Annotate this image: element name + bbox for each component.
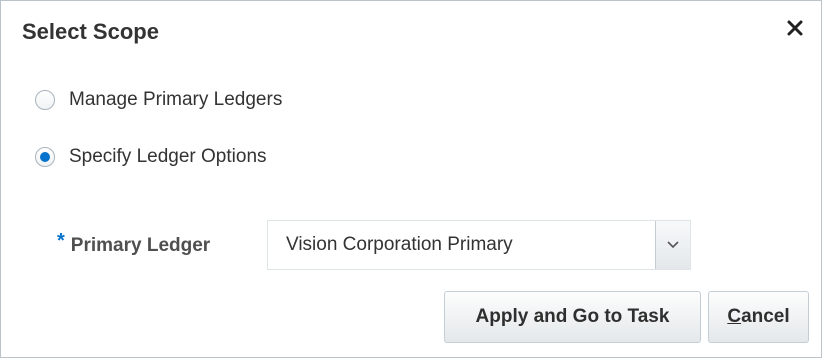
select-scope-dialog: Select Scope Manage Primary Ledgers Spec… xyxy=(0,0,822,358)
radio-specify-ledger-options[interactable]: Specify Ledger Options xyxy=(35,142,267,172)
required-marker: * xyxy=(57,229,65,252)
primary-ledger-field: * Primary Ledger xyxy=(57,223,210,269)
dropdown-button[interactable] xyxy=(655,221,690,269)
dialog-titlebar: Select Scope xyxy=(1,1,821,63)
radio-button-selected[interactable] xyxy=(35,147,55,167)
cancel-access-key: C xyxy=(727,306,742,327)
dialog-title: Select Scope xyxy=(22,19,159,44)
chevron-down-icon xyxy=(667,241,679,249)
radio-manage-primary-ledgers[interactable]: Manage Primary Ledgers xyxy=(35,85,282,115)
radio-label: Specify Ledger Options xyxy=(69,146,267,167)
apply-and-go-to-task-button[interactable]: Apply and Go to Task xyxy=(444,291,701,343)
cancel-button[interactable]: Cancel xyxy=(708,291,809,343)
radio-label: Manage Primary Ledgers xyxy=(69,89,283,110)
primary-ledger-value: Vision Corporation Primary xyxy=(286,234,513,255)
close-icon-glyph xyxy=(787,20,803,36)
primary-ledger-label: Primary Ledger xyxy=(70,235,211,256)
cancel-label-rest: ancel xyxy=(741,306,790,327)
close-icon[interactable] xyxy=(781,16,809,44)
radio-button[interactable] xyxy=(35,90,55,110)
primary-ledger-select[interactable]: Vision Corporation Primary xyxy=(267,220,691,270)
